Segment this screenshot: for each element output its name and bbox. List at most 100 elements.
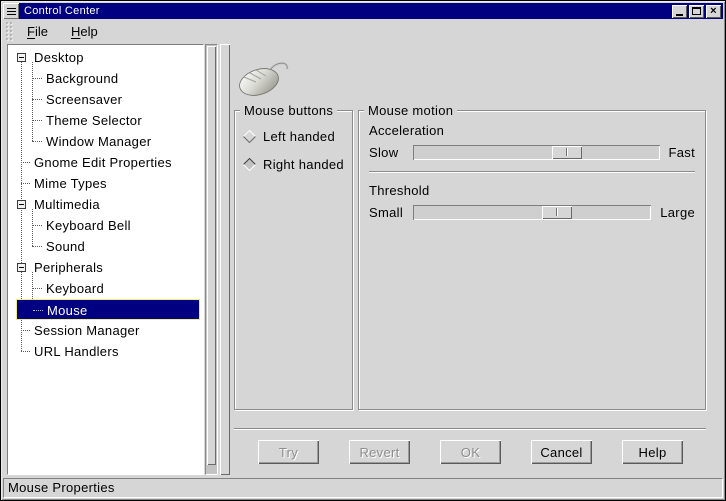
- right-handed-radio[interactable]: Right handed: [243, 157, 344, 172]
- revert-button[interactable]: Revert: [349, 440, 410, 464]
- radio-label: Right handed: [263, 157, 344, 172]
- tree-item-window-manager[interactable]: Window Manager: [8, 131, 203, 152]
- tree-item-desktop[interactable]: Desktop: [8, 47, 203, 68]
- acceleration-slider-row: Slow Fast: [369, 145, 695, 160]
- close-icon: ×: [710, 6, 717, 16]
- tree-item-mouse[interactable]: Mouse: [16, 299, 200, 320]
- tree-branch-stub: [33, 310, 43, 311]
- cancel-button[interactable]: Cancel: [531, 440, 592, 464]
- control-center-window: Control Center × File Help DesktopBackgr…: [0, 0, 726, 501]
- tree-item-sound[interactable]: Sound: [8, 236, 203, 257]
- tree-item-label: Screensaver: [46, 89, 122, 110]
- slider-min-label: Slow: [369, 145, 413, 160]
- help-button[interactable]: Help: [622, 440, 683, 464]
- collapse-icon[interactable]: [17, 263, 26, 272]
- statusbar: Mouse Properties: [3, 478, 723, 498]
- tree-branch-stub: [21, 330, 30, 331]
- window-title: Control Center: [24, 5, 670, 17]
- tree-item-label: Gnome Edit Properties: [34, 152, 172, 173]
- mouse-buttons-legend: Mouse buttons: [240, 103, 337, 118]
- tree-branch-stub: [32, 78, 42, 79]
- tree-item-keyboard[interactable]: Keyboard: [8, 278, 203, 299]
- acceleration-label: Acceleration: [369, 123, 695, 138]
- paned-divider[interactable]: [220, 44, 230, 475]
- tree-branch-stub: [21, 162, 30, 163]
- mouse-motion-legend: Mouse motion: [364, 103, 457, 118]
- tree-item-peripherals[interactable]: Peripherals: [8, 257, 203, 278]
- tree-item-label: Window Manager: [46, 131, 151, 152]
- tree-item-label: Keyboard: [46, 278, 104, 299]
- threshold-slider-handle[interactable]: [542, 206, 572, 219]
- menu-help[interactable]: Help: [64, 22, 105, 41]
- menu-file[interactable]: File: [20, 22, 55, 41]
- tree-branch-stub: [32, 120, 42, 121]
- tree-item-label: Mime Types: [34, 173, 107, 194]
- tree-item-url-handlers[interactable]: URL Handlers: [8, 341, 203, 362]
- mouse-icon: [236, 54, 706, 100]
- minimize-button[interactable]: [672, 5, 687, 18]
- titlebar-strip[interactable]: Control Center ×: [19, 3, 723, 19]
- tree-item-screensaver[interactable]: Screensaver: [8, 89, 203, 110]
- tree-item-label: Desktop: [34, 47, 84, 68]
- collapse-icon[interactable]: [17, 200, 26, 209]
- mouse-properties-pane: Mouse buttons Left handed Right handed Mo…: [230, 44, 720, 475]
- tree-item-label: Peripherals: [34, 257, 103, 278]
- slider-handle-tick: [556, 208, 557, 216]
- tree-item-background[interactable]: Background: [8, 68, 203, 89]
- tree-item-label: Background: [46, 68, 118, 89]
- tree-item-gnome-edit-properties[interactable]: Gnome Edit Properties: [8, 152, 203, 173]
- tree-item-theme-selector[interactable]: Theme Selector: [8, 110, 203, 131]
- close-button[interactable]: ×: [706, 5, 721, 18]
- tree-item-label: Mouse: [47, 300, 88, 321]
- slider-min-label: Small: [369, 205, 413, 220]
- left-handed-radio[interactable]: Left handed: [243, 129, 344, 144]
- tree-item-mime-types[interactable]: Mime Types: [8, 173, 203, 194]
- tree-item-keyboard-bell[interactable]: Keyboard Bell: [8, 215, 203, 236]
- tree-branch-stub: [32, 141, 42, 142]
- slider-handle-tick: [566, 148, 567, 156]
- tree-item-label: Keyboard Bell: [46, 215, 131, 236]
- tree-item-label: Theme Selector: [46, 110, 142, 131]
- minimize-icon: [676, 14, 683, 16]
- slider-max-label: Large: [660, 205, 695, 220]
- tree-item-multimedia[interactable]: Multimedia: [8, 194, 203, 215]
- threshold-slider[interactable]: [413, 205, 651, 220]
- maximize-button[interactable]: [689, 5, 704, 18]
- acceleration-slider[interactable]: [413, 145, 660, 160]
- main-area: DesktopBackgroundScreensaverTheme Select…: [3, 43, 723, 475]
- hamburger-icon: [7, 8, 16, 15]
- tree-branch-stub: [21, 183, 30, 184]
- mouse-buttons-frame: Mouse buttons Left handedRight handed: [234, 110, 353, 410]
- window-menu-button[interactable]: [3, 3, 19, 19]
- settings-frames: Mouse buttons Left handedRight handed Mo…: [234, 110, 706, 410]
- tree-branch-stub: [32, 225, 42, 226]
- maximize-icon: [692, 7, 701, 15]
- tree-scrollbar-thumb[interactable]: [207, 46, 216, 465]
- ok-button[interactable]: OK: [440, 440, 501, 464]
- tree-item-label: Sound: [46, 236, 85, 257]
- try-button[interactable]: Try: [258, 440, 319, 464]
- tree-scrollbar[interactable]: [205, 44, 218, 475]
- tree-item-label: URL Handlers: [34, 341, 119, 362]
- tree-branch-stub: [32, 99, 42, 100]
- slider-max-label: Fast: [669, 145, 695, 160]
- threshold-label: Threshold: [369, 183, 695, 198]
- mouse-motion-frame: Mouse motion AccelerationSlowFastThresho…: [358, 110, 706, 410]
- action-button-row: Try Revert OK Cancel Help: [234, 430, 706, 464]
- tree-item-label: Session Manager: [34, 320, 140, 341]
- acceleration-slider-handle[interactable]: [552, 146, 582, 159]
- menubar-drag-handle[interactable]: [5, 21, 14, 41]
- threshold-slider-row: Small Large: [369, 205, 695, 220]
- motion-sliders: Acceleration Slow Fast Threshold Small Large: [369, 123, 695, 220]
- tree-item-session-manager[interactable]: Session Manager: [8, 320, 203, 341]
- capplet-tree: DesktopBackgroundScreensaverTheme Select…: [8, 45, 203, 362]
- collapse-icon[interactable]: [17, 53, 26, 62]
- radio-label: Left handed: [263, 129, 335, 144]
- tree-item-label: Multimedia: [34, 194, 100, 215]
- radio-diamond-icon: [243, 130, 256, 143]
- tree-branch-stub: [32, 246, 42, 247]
- menubar: File Help: [3, 19, 723, 43]
- capplet-tree-panel: DesktopBackgroundScreensaverTheme Select…: [7, 44, 204, 475]
- tree-branch-stub: [21, 351, 30, 352]
- radio-diamond-icon: [243, 158, 256, 171]
